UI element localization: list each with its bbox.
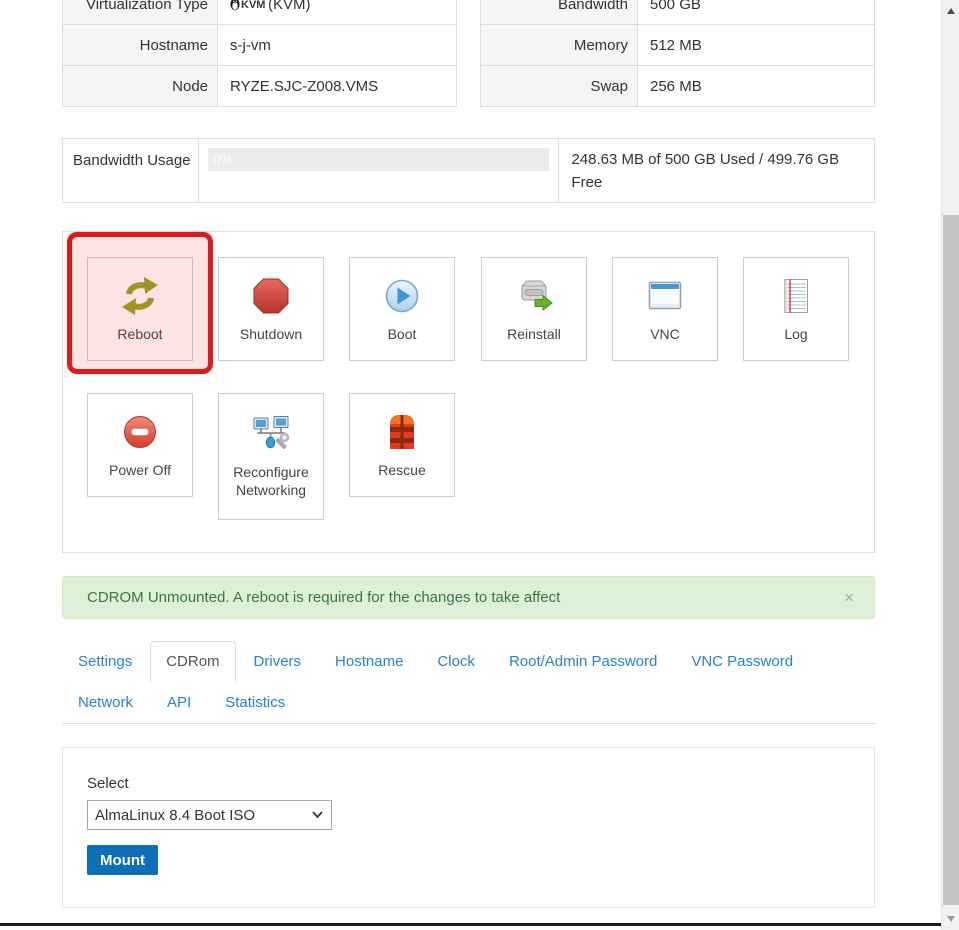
svg-text:KVM: KVM	[241, 0, 265, 11]
bandwidth-usage-detail: 248.63 MB of 500 GB Used / 499.76 GB Fre…	[558, 139, 874, 202]
vnc-icon	[645, 276, 685, 316]
select-label: Select	[87, 775, 874, 792]
virtualization-type-value: KVM (KVM)	[218, 0, 457, 25]
bandwidth-usage-progress-cell: 0%	[198, 139, 558, 202]
reinstall-button[interactable]: Reinstall	[481, 257, 587, 361]
action-label: Reinstall	[507, 325, 561, 343]
tab-vnc-password[interactable]: VNC Password	[675, 641, 809, 682]
iso-select[interactable]: AlmaLinux 8.4 Boot ISO	[87, 800, 332, 830]
action-label: Shutdown	[240, 325, 302, 343]
vm-info-tables: Virtualization Type KVM (KVM)	[62, 0, 875, 107]
main-content: Virtualization Type KVM (KVM)	[62, 0, 875, 908]
vnc-button[interactable]: VNC	[612, 257, 718, 361]
virtualization-type-label: Virtualization Type	[63, 0, 218, 25]
table-row: Virtualization Type KVM (KVM)	[63, 0, 457, 25]
tab-drivers[interactable]: Drivers	[238, 641, 318, 682]
action-label: Rescue	[378, 461, 425, 479]
power-off-icon	[120, 412, 160, 452]
reboot-icon	[120, 276, 160, 316]
triangle-up-icon	[947, 8, 955, 14]
cdrom-tab-panel: Select AlmaLinux 8.4 Boot ISO Mount	[62, 747, 875, 908]
kvm-logo-icon: KVM	[230, 0, 266, 11]
settings-tab-bar: Settings CDRom Drivers Hostname Clock Ro…	[62, 641, 875, 724]
page-viewport: Virtualization Type KVM (KVM)	[0, 0, 959, 930]
reinstall-icon	[514, 276, 554, 316]
bandwidth-value: 500 GB	[638, 0, 875, 25]
rescue-icon	[382, 412, 422, 452]
kvm-value: KVM (KVM)	[230, 0, 456, 13]
bandwidth-usage-row: Bandwidth Usage 0% 248.63 MB of 500 GB U…	[62, 138, 875, 203]
triangle-down-icon	[947, 916, 955, 922]
node-value: RYZE.SJC-Z008.VMS	[218, 66, 457, 107]
vm-actions-panel: Reboot Shutdown Boot	[62, 231, 875, 553]
memory-value: 512 MB	[638, 25, 875, 66]
action-label: VNC	[650, 325, 680, 343]
action-label: Power Off	[109, 461, 171, 479]
reboot-button[interactable]: Reboot	[87, 257, 193, 361]
tab-hostname[interactable]: Hostname	[319, 641, 419, 682]
shutdown-button[interactable]: Shutdown	[218, 257, 324, 361]
swap-label: Swap	[481, 66, 638, 107]
log-button[interactable]: Log	[743, 257, 849, 361]
boot-button[interactable]: Boot	[349, 257, 455, 361]
hostname-label: Hostname	[63, 25, 218, 66]
tab-settings[interactable]: Settings	[62, 641, 148, 682]
tab-cdrom[interactable]: CDRom	[150, 641, 235, 682]
hostname-value: s-j-vm	[218, 25, 457, 66]
bandwidth-progress-percent: 0%	[208, 148, 549, 171]
virtualization-type-text: (KVM)	[268, 0, 311, 13]
vm-info-table-left: Virtualization Type KVM (KVM)	[62, 0, 457, 107]
tab-api[interactable]: API	[151, 682, 207, 723]
mount-button[interactable]: Mount	[87, 845, 158, 875]
reconfigure-networking-button[interactable]: Reconfigure Networking	[218, 393, 324, 520]
tab-statistics[interactable]: Statistics	[209, 682, 301, 723]
boot-icon	[382, 276, 422, 316]
scrollbar-down-arrow[interactable]	[942, 908, 959, 930]
tab-root-admin-password[interactable]: Root/Admin Password	[493, 641, 673, 682]
tab-clock[interactable]: Clock	[421, 641, 491, 682]
action-label: Reconfigure Networking	[219, 463, 323, 499]
rescue-button[interactable]: Rescue	[349, 393, 455, 497]
cdrom-unmounted-alert: CDROM Unmounted. A reboot is required fo…	[62, 576, 875, 619]
table-row: Swap 256 MB	[481, 66, 875, 107]
table-row: Node RYZE.SJC-Z008.VMS	[63, 66, 457, 107]
scrollbar-up-arrow[interactable]	[942, 0, 959, 22]
reconfigure-networking-icon	[251, 414, 291, 454]
action-label: Log	[784, 325, 807, 343]
shutdown-icon	[251, 276, 291, 316]
swap-value: 256 MB	[638, 66, 875, 107]
action-label: Boot	[388, 325, 417, 343]
alert-close-icon[interactable]: ×	[844, 589, 854, 606]
table-row: Bandwidth 500 GB	[481, 0, 875, 25]
table-row: Memory 512 MB	[481, 25, 875, 66]
log-icon	[776, 276, 816, 316]
power-off-button[interactable]: Power Off	[87, 393, 193, 497]
scrollbar-thumb[interactable]	[943, 215, 959, 905]
action-label: Reboot	[117, 325, 162, 343]
bandwidth-usage-label: Bandwidth Usage	[63, 139, 198, 202]
iso-select-wrap: AlmaLinux 8.4 Boot ISO	[87, 800, 332, 830]
table-row: Hostname s-j-vm	[63, 25, 457, 66]
wrench-glyph	[275, 433, 289, 450]
page-bottom-edge	[0, 923, 941, 926]
bandwidth-label: Bandwidth	[481, 0, 638, 25]
alert-message: CDROM Unmounted. A reboot is required fo…	[87, 589, 560, 606]
vm-info-table-right: Bandwidth 500 GB Memory 512 MB Swap 256 …	[480, 0, 875, 107]
bandwidth-progress-bar: 0%	[208, 148, 549, 171]
node-label: Node	[63, 66, 218, 107]
memory-label: Memory	[481, 25, 638, 66]
tab-network[interactable]: Network	[62, 682, 149, 723]
vertical-scrollbar[interactable]	[941, 0, 959, 930]
